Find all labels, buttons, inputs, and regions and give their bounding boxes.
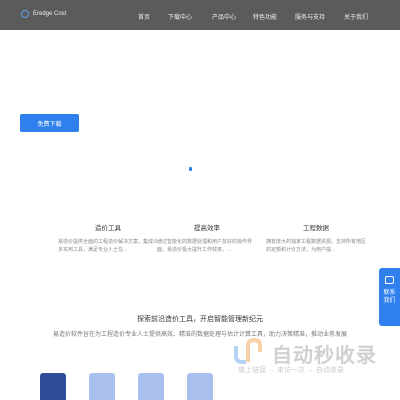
nav-item-about[interactable]: 关于我们	[344, 12, 368, 21]
feature-card-cost-tools: 造价工具 易造价提供全面的工程造价解决方案，集成众多实用工具，满足专业人士在..…	[58, 222, 158, 254]
feature-title: 造价工具	[95, 225, 121, 232]
product-card-1[interactable]	[40, 373, 66, 400]
watermark-overlay: 自动秒收录 做上链接 → 来访一次 → 自动收录	[232, 336, 392, 382]
brand-name: Eredge Cost	[33, 11, 67, 17]
contact-us-label: 联系 我们	[383, 290, 396, 304]
watermark-subtitle: 做上链接 → 来访一次 → 自动收录	[238, 367, 344, 374]
product-card-2[interactable]	[89, 373, 115, 400]
feature-desc: 通过智能化的数据处理和用户友好的操作界面，易造价极大提升工作效率，...	[157, 239, 253, 253]
feature-desc: 易造价提供全面的工程造价解决方案，集成众多实用工具，满足专业人士在...	[58, 239, 159, 253]
chat-icon	[385, 276, 394, 284]
feature-title: 提高效率	[194, 225, 220, 232]
feature-card-engineering-data: 工程数据 拥有庞大的独家工程数据资源，支持所有地区的定额和计价方法，为用户提..…	[266, 222, 366, 254]
intro-title: 探索前沿造价工具，开启智能管理新纪元	[137, 316, 263, 323]
nav-item-features[interactable]: 特色功能	[253, 12, 277, 21]
nav-item-home[interactable]: 首页	[138, 12, 150, 21]
intro-desc: 易造价软件旨在为工程造价专业人士提供高效、精准的数据处理与估计计算工具，助力决策…	[52, 332, 347, 338]
top-navbar: Eredge Cost 首页 下载中心 产品中心 特色功能 服务与支持 关于我们	[0, 0, 400, 30]
brand-logo[interactable]: Eredge Cost	[21, 10, 66, 18]
slider-indicator[interactable]	[189, 167, 192, 171]
watermark-logo-icon	[234, 338, 262, 364]
free-download-button[interactable]: 免费下载	[20, 114, 79, 132]
nav-item-support[interactable]: 服务与支持	[295, 12, 325, 21]
feature-title: 工程数据	[303, 225, 329, 232]
product-card-3[interactable]	[138, 373, 164, 400]
product-card-4[interactable]	[187, 373, 213, 400]
nav-item-download-center[interactable]: 下载中心	[168, 12, 192, 21]
feature-desc: 拥有庞大的独家工程数据资源，支持所有地区的定额和计价方法，为用户提...	[266, 239, 367, 253]
brand-icon	[21, 10, 29, 18]
nav-item-products[interactable]: 产品中心	[212, 12, 236, 21]
watermark-title: 自动秒收录	[272, 345, 377, 367]
feature-card-efficiency: 提高效率 通过智能化的数据处理和用户友好的操作界面，易造价极大提升工作效率，..…	[157, 222, 257, 254]
